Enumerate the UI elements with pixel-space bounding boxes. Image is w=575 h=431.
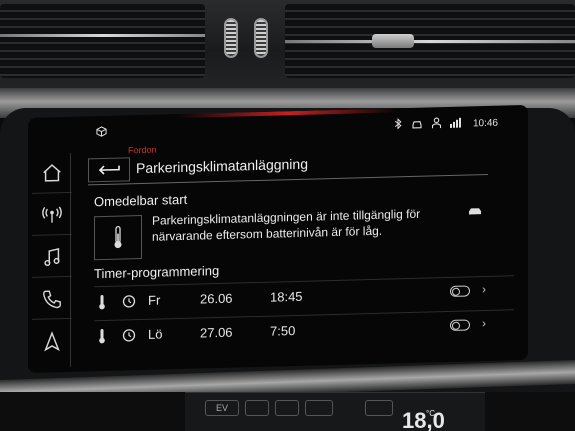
mmi-display: 10:46 Fordon Parkeringsklimatanläggning … [28, 104, 528, 373]
thermometer-icon [98, 294, 106, 315]
dashboard-upper-trim [0, 0, 575, 92]
battery-warning-message: Parkeringsklimatanläggningen är inte til… [152, 206, 421, 244]
sidebar-item-phone[interactable] [32, 278, 72, 320]
thermometer-icon [98, 328, 106, 349]
climate-seat-button[interactable] [245, 400, 269, 416]
sidebar-item-media[interactable] [32, 236, 72, 278]
car-icon [411, 118, 423, 131]
timer-row[interactable]: Lö 27.06 7:50 › [94, 309, 514, 351]
status-bar: 10:46 [88, 113, 518, 142]
navigation-icon [44, 331, 60, 352]
back-button[interactable] [88, 157, 130, 183]
timer-toggle[interactable] [450, 319, 470, 331]
bluetooth-icon [394, 118, 402, 132]
timer-toggle[interactable] [450, 285, 470, 297]
cube-icon[interactable] [96, 126, 107, 140]
vent-adjust-wheel-right[interactable] [254, 18, 268, 58]
timer-day: Lö [148, 326, 163, 342]
person-icon [431, 117, 442, 131]
immediate-start-heading: Omedelbar start [94, 191, 188, 210]
back-arrow-icon [98, 165, 120, 175]
left-air-vent [0, 4, 205, 78]
status-time: 10:46 [472, 117, 498, 129]
climate-fan-button[interactable] [275, 400, 299, 416]
timer-date: 27.06 [200, 324, 233, 341]
climate-ev-button[interactable]: EV [205, 400, 239, 416]
home-icon [43, 163, 61, 182]
timer-time: 7:50 [270, 323, 296, 339]
thermometer-icon [114, 225, 122, 249]
phone-icon [43, 289, 61, 308]
chevron-right-icon[interactable]: › [482, 282, 486, 296]
sidebar-item-navigation[interactable] [32, 321, 72, 362]
temperature-unit: °C [426, 409, 435, 418]
timer-day: Fr [148, 292, 161, 308]
signal-icon [449, 117, 464, 130]
sidebar [32, 152, 72, 368]
radio-icon [42, 206, 62, 223]
vehicle-status-icon [468, 206, 482, 219]
sidebar-item-radio[interactable] [32, 194, 72, 236]
right-vent-chrome-strip [285, 40, 575, 43]
climate-auto-button[interactable] [365, 400, 393, 416]
timer-date: 26.06 [200, 290, 233, 307]
page-title: Parkeringsklimatanläggning [136, 155, 308, 177]
breadcrumb[interactable]: Fordon [128, 145, 157, 156]
timer-time: 18:45 [270, 288, 303, 305]
temperature-readout: 18,0 [402, 408, 445, 431]
sidebar-divider [70, 152, 71, 367]
sidebar-item-home[interactable] [32, 152, 72, 194]
music-icon [44, 247, 60, 266]
clock-icon [122, 294, 136, 313]
clock-icon [122, 328, 136, 347]
climate-timer-button[interactable] [305, 400, 333, 416]
chevron-right-icon[interactable]: › [482, 316, 486, 330]
timer-heading: Timer-programmering [94, 262, 220, 282]
vent-adjust-wheel-left[interactable] [224, 18, 238, 58]
immediate-start-button[interactable] [94, 215, 142, 261]
vent-direction-tab[interactable] [372, 34, 414, 48]
left-vent-chrome-strip [0, 34, 205, 37]
